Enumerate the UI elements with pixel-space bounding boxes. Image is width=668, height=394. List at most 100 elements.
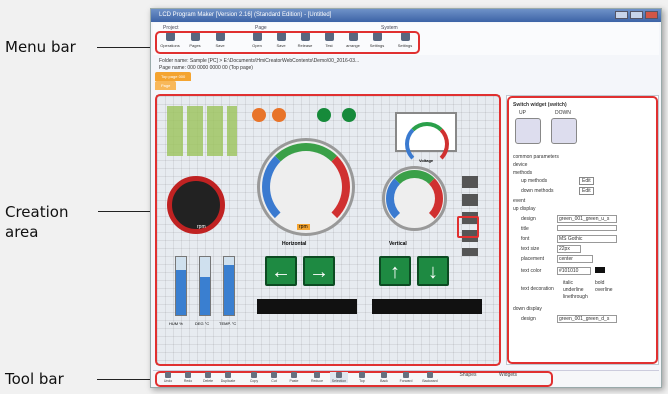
delete-icon (205, 372, 211, 378)
orange-lamp (252, 108, 266, 122)
deco-bold[interactable]: bold (595, 280, 604, 286)
menu-bar-callout: Menu bar (5, 38, 76, 56)
close-button[interactable] (645, 11, 658, 19)
tool-bar-callout: Tool bar (5, 370, 64, 388)
title-field[interactable] (557, 225, 617, 231)
tank-label: DEG °C (195, 321, 210, 326)
edit-up-method-button[interactable]: Edit (579, 177, 594, 185)
up-method-label: up methods (521, 178, 548, 184)
section-device[interactable]: device (513, 162, 527, 168)
tool-forward[interactable]: Forward (397, 372, 415, 383)
switch-preview-up (515, 118, 541, 144)
voltage-meter (395, 112, 457, 166)
paste-icon (291, 372, 297, 378)
down-label: DOWN (555, 110, 571, 116)
arrow-down-button[interactable]: ↓ (417, 256, 449, 286)
tool-undo[interactable]: Undo (159, 372, 177, 383)
tool-duplicate[interactable]: Duplicate (219, 372, 237, 383)
undo-icon (165, 372, 171, 378)
font-select[interactable]: MS Gothic (557, 235, 617, 243)
selected-switch-highlight (457, 216, 479, 238)
tool-delete[interactable]: Delete (199, 372, 217, 383)
backward-icon (427, 372, 433, 378)
rpm-gauge-small (382, 166, 447, 231)
voltage-label: Voltage (419, 158, 434, 163)
placement-label: placement (521, 256, 545, 262)
rpm-label-large: rpm (297, 224, 310, 230)
up-label: UP (519, 110, 526, 116)
menu-bar: Project Page System Operations Pages Sav… (153, 23, 659, 55)
shapes-menu[interactable]: Shapes (453, 372, 483, 378)
tool-paste[interactable]: Paste (285, 372, 303, 383)
horizontal-label: Horizontal (282, 241, 307, 247)
text-color-field[interactable]: #101010 (557, 267, 591, 275)
down-method-label: down methods (521, 188, 554, 194)
creation-area[interactable]: Voltage rpm rpm Horizontal ← → Vertical … (155, 94, 501, 366)
arrow-right-button[interactable]: → (303, 256, 335, 286)
arrow-up-button[interactable]: ↑ (379, 256, 411, 286)
horizontal-slider[interactable] (257, 299, 357, 314)
arrow-left-button[interactable]: ← (265, 256, 297, 286)
deco-linethrough[interactable]: linethrough (563, 294, 588, 300)
vertical-slider[interactable] (372, 299, 482, 314)
design-field[interactable]: green_001_green_u_s (557, 215, 617, 223)
switch-grid[interactable] (167, 106, 237, 156)
minimize-button[interactable] (615, 11, 628, 19)
tank-degree (199, 256, 211, 316)
deco-underline[interactable]: underline (563, 287, 584, 293)
panel-title: Switch widget (switch) (513, 102, 567, 108)
rpm-gauge-large (257, 138, 355, 236)
edit-down-method-button[interactable]: Edit (579, 187, 594, 195)
tool-bar: Undo Redo Delete Duplicate Copy Cut Past… (153, 370, 659, 387)
cut-icon (271, 372, 277, 378)
rpm-label-dark: rpm (197, 224, 206, 230)
section-event[interactable]: event (513, 198, 525, 204)
folder-value: : Sample [PC] > E:\Documents\HmiCreatorW… (187, 58, 360, 64)
properties-panel: Switch widget (switch) UP DOWN common pa… (506, 95, 659, 365)
green-lamp (342, 108, 356, 122)
tool-selection[interactable]: Selection (330, 372, 348, 383)
color-swatch[interactable] (595, 267, 605, 273)
tool-back[interactable]: Back (375, 372, 393, 383)
widgets-menu[interactable]: Widgets (493, 372, 523, 378)
tank-humidity (175, 256, 187, 316)
tab-top-page[interactable]: Top page 000 (155, 72, 192, 81)
page-value: : 000 0000 0000 00 (Top page) (184, 65, 253, 71)
tool-reduce[interactable]: Reduce (308, 372, 326, 383)
tool-top[interactable]: Top (353, 372, 371, 383)
section-common[interactable]: common parameters (513, 154, 559, 160)
tool-copy[interactable]: Copy (245, 372, 263, 383)
down-design-label: design (521, 316, 536, 322)
title-bar: LCD Program Maker [Version 2.16] (Standa… (151, 9, 661, 22)
tool-backward[interactable]: Backward (421, 372, 439, 383)
maximize-button[interactable] (630, 11, 643, 19)
switch-preview-down (551, 118, 577, 144)
tank-temperature (223, 256, 235, 316)
tool-cut[interactable]: Cut (265, 372, 283, 383)
page-label: Page name (159, 65, 185, 71)
window-title: LCD Program Maker [Version 2.16] (Standa… (159, 12, 332, 18)
tool-redo[interactable]: Redo (179, 372, 197, 383)
text-decoration-label: text decoration (521, 286, 554, 292)
tab-page[interactable]: Page (155, 81, 177, 90)
section-up-display[interactable]: up display (513, 206, 536, 212)
deco-overline[interactable]: overline (595, 287, 613, 293)
bring-top-icon (359, 372, 365, 378)
text-size-select[interactable]: 22px (557, 245, 581, 253)
copy-icon (251, 372, 257, 378)
page-info: Folder name: Sample [PC] > E:\Documents\… (159, 58, 359, 72)
reduce-icon (314, 372, 320, 378)
down-design-field[interactable]: green_001_green_d_s (557, 315, 617, 323)
section-methods[interactable]: methods (513, 170, 532, 176)
tank-label: TEMP. °C (219, 321, 237, 326)
deco-italic[interactable]: italic (563, 280, 573, 286)
placement-select[interactable]: center (557, 255, 593, 263)
send-back-icon (381, 372, 387, 378)
font-label: font (521, 236, 530, 242)
callout-line-toolbar (97, 379, 155, 380)
menu-bar-highlight (155, 31, 420, 54)
section-down-display[interactable]: down display (513, 306, 542, 312)
vertical-label: Vertical (389, 241, 407, 247)
page-tabs: Top page 000 Page (155, 72, 192, 90)
title-label: title (521, 226, 529, 232)
